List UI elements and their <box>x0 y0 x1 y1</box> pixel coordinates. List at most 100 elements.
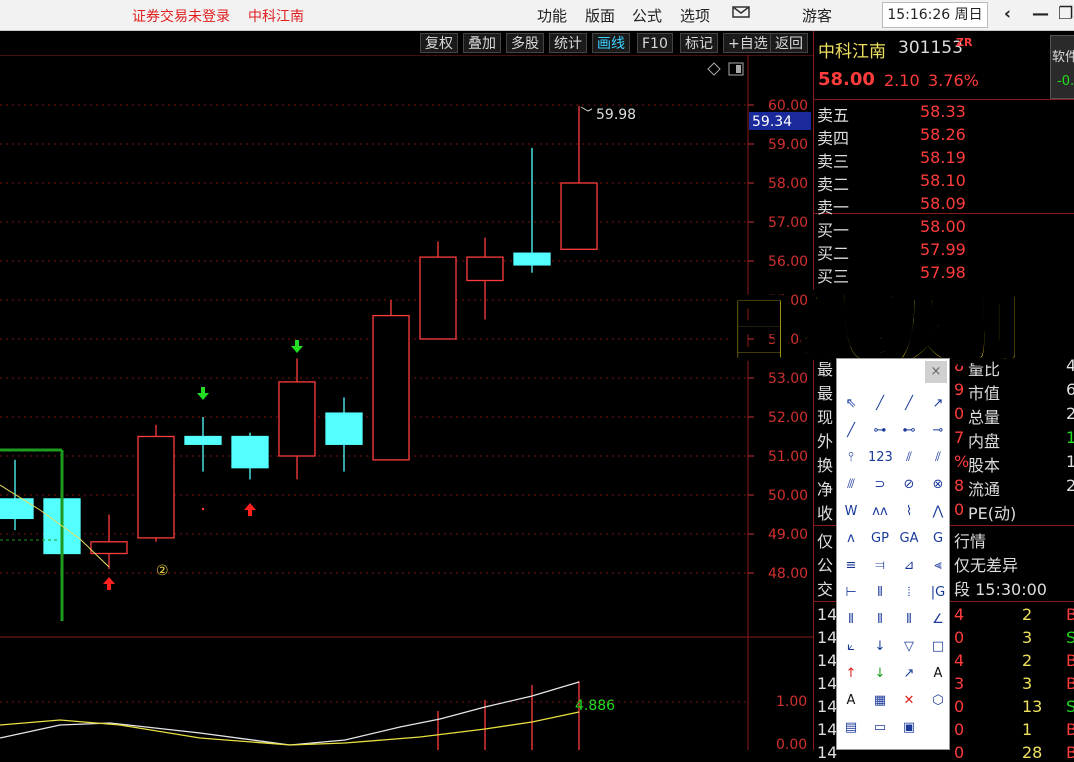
sector-software-button[interactable]: 软件 -0. <box>1050 35 1074 99</box>
parallel-lines-icon[interactable]: ⫽ <box>897 447 921 469</box>
candle[interactable] <box>278 358 316 480</box>
speed-lines-icon[interactable]: ⊿ <box>897 555 921 577</box>
angle-icon[interactable]: ∠ <box>926 609 950 631</box>
note-icon[interactable]: ▤ <box>839 717 863 739</box>
stat-value: 7 <box>954 428 965 447</box>
zigzag-icon[interactable]: ⌇ <box>897 501 921 523</box>
tick-time: 14 <box>817 651 838 670</box>
rectangle-icon[interactable]: □ <box>926 636 950 658</box>
text-icon[interactable]: A <box>926 663 950 685</box>
time-level-icon[interactable]: ⫤ <box>868 555 892 577</box>
candle[interactable] <box>372 300 410 461</box>
parallel-channel-icon[interactable]: ⫽ <box>926 447 950 469</box>
arc-icon[interactable]: ⊃ <box>868 474 892 496</box>
wave-n-icon[interactable]: ⋀ <box>926 501 950 523</box>
trend-channel-icon[interactable]: ⫻ <box>839 474 863 496</box>
stat-label: 外 <box>817 432 834 451</box>
horizontal-segment-icon[interactable]: ⊶ <box>868 420 892 442</box>
stat-value: 8 <box>954 476 965 495</box>
btn-back[interactable]: 返回 <box>770 33 808 53</box>
btn-overlay[interactable]: 叠加 <box>463 33 501 53</box>
text-note-icon[interactable]: A <box>839 690 863 712</box>
candle[interactable] <box>231 432 269 480</box>
gann-g-icon[interactable]: G <box>926 528 950 550</box>
gann-gp-icon[interactable]: GP <box>868 528 892 550</box>
fib-level-icon[interactable]: ≡ <box>839 555 863 577</box>
fan-icon[interactable]: ⟀ <box>839 636 863 658</box>
candle[interactable] <box>184 417 222 472</box>
horizontal-ray-icon[interactable]: ⊷ <box>897 420 921 442</box>
candle[interactable] <box>466 237 504 320</box>
cursor-icon[interactable]: ⇖ <box>839 393 863 415</box>
fill-icon[interactable]: ▦ <box>868 690 892 712</box>
tick-time: 14 <box>817 605 838 624</box>
diamond-icon[interactable] <box>707 62 721 76</box>
wave-up-icon[interactable]: ʌ <box>839 528 863 550</box>
btn-mark[interactable]: 标记 <box>680 33 718 53</box>
hide-icon[interactable]: ⬡ <box>926 690 950 712</box>
candle[interactable] <box>325 397 363 472</box>
menu-function[interactable]: 功能 <box>537 5 567 26</box>
box-line-icon[interactable]: ⊢ <box>839 582 863 604</box>
kline-chart[interactable]: ②59.98 60.0059.0058.0057.0056.0055.0054.… <box>0 55 813 750</box>
back-icon[interactable]: ‹ <box>1004 4 1011 24</box>
restore-icon[interactable]: ❐ <box>1058 4 1073 24</box>
delete-icon[interactable]: ✕ <box>897 690 921 712</box>
line-segment-icon[interactable]: ╱ <box>868 393 892 415</box>
ruler-icon[interactable]: ▭ <box>868 717 892 739</box>
title-bar: 证券交易未登录 中科江南 功能 版面 公式 选项 游客 15:16:26 周日 … <box>0 0 1074 31</box>
btn-fuquan[interactable]: 复权 <box>420 33 458 53</box>
orderbook-sell-label: 卖四 <box>817 129 850 148</box>
menu-layout[interactable]: 版面 <box>585 5 615 26</box>
tick-bs: B <box>1066 674 1074 693</box>
orderbook-buy-label: 买二 <box>817 244 850 263</box>
tick-volume: 2 <box>1022 651 1033 670</box>
btn-f10[interactable]: F10 <box>637 33 673 53</box>
vertical-line-icon[interactable]: ⫯ <box>839 447 863 469</box>
orderbook-sell-label: 卖五 <box>817 106 850 125</box>
gann-ga-icon[interactable]: GA <box>897 528 921 550</box>
tick-bs: B <box>1066 720 1074 739</box>
btn-statistics[interactable]: 统计 <box>549 33 587 53</box>
cycle-lines-icon[interactable]: ⦀ <box>868 582 892 604</box>
menu-formula[interactable]: 公式 <box>632 5 662 26</box>
chart-icon[interactable]: ▣ <box>897 717 921 739</box>
horizontal-line-icon[interactable]: ⊸ <box>926 420 950 442</box>
menu-options[interactable]: 选项 <box>680 5 710 26</box>
candle[interactable] <box>560 105 598 250</box>
bar-lines-icon[interactable]: ⦀ <box>839 609 863 631</box>
down-arrow-icon[interactable]: ↓ <box>868 663 892 685</box>
price-tick-label: 56.00 <box>768 254 808 270</box>
down-arrow-line-icon[interactable]: ↓ <box>868 636 892 658</box>
candle[interactable] <box>90 514 128 570</box>
ray-line-icon[interactable]: ╱ <box>897 393 921 415</box>
candle[interactable] <box>137 424 175 542</box>
close-icon[interactable]: × <box>925 361 947 383</box>
btn-draw-line[interactable]: 画线 <box>592 33 630 53</box>
minimize-icon[interactable]: — <box>1032 4 1049 24</box>
candle[interactable] <box>419 241 457 340</box>
btn-multi-stock[interactable]: 多股 <box>506 33 544 53</box>
btn-add-watchlist[interactable]: +自选 <box>723 33 773 53</box>
sell-flag-icon[interactable]: ↗ <box>897 663 921 685</box>
volume-lines-icon[interactable]: ⦀ <box>897 609 921 631</box>
time-zones-icon[interactable]: ⦀ <box>868 609 892 631</box>
guest-label[interactable]: 游客 <box>802 5 832 26</box>
up-arrow-icon[interactable]: ↑ <box>839 663 863 685</box>
fib-cycle-icon[interactable]: ⦙ <box>897 582 921 604</box>
tick-time: 14 <box>817 743 838 762</box>
pitchfork-icon[interactable]: |G <box>926 582 950 604</box>
candle[interactable] <box>513 147 551 273</box>
wave-m-icon[interactable]: ʌʌ <box>868 501 892 523</box>
ellipse-icon[interactable]: ⊗ <box>926 474 950 496</box>
extended-line-icon[interactable]: ╱ <box>839 420 863 442</box>
login-warning[interactable]: 证券交易未登录 <box>132 6 230 26</box>
wave-w-icon[interactable]: W <box>839 501 863 523</box>
stat-label: 流通 <box>968 480 1001 499</box>
mail-icon[interactable] <box>731 4 751 24</box>
arrow-line-icon[interactable]: ↗ <box>926 393 950 415</box>
triangle-icon[interactable]: ▽ <box>897 636 921 658</box>
fan-lines-icon[interactable]: ⫷ <box>926 555 950 577</box>
circle-icon[interactable]: ⊘ <box>897 474 921 496</box>
price-label-icon[interactable]: 123 <box>868 447 893 469</box>
